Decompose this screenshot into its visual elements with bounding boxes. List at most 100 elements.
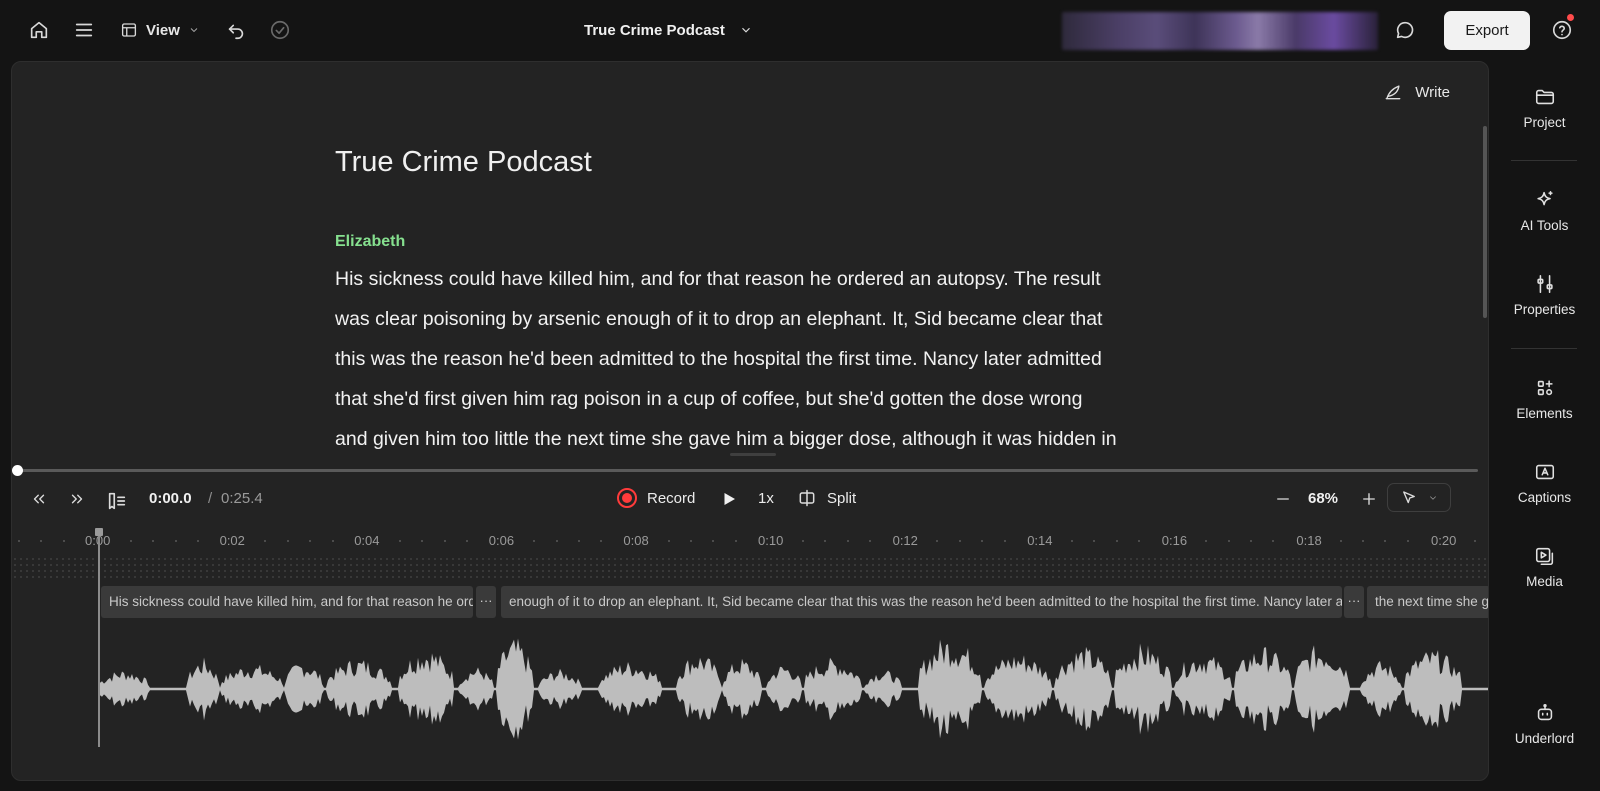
ruler-dot [1474, 540, 1476, 542]
ruler-dot [846, 540, 849, 542]
sidebar-divider [1511, 348, 1577, 349]
menu-icon[interactable] [72, 18, 96, 42]
chevron-down-icon [1430, 495, 1436, 500]
chevron-down-icon [741, 27, 750, 33]
ruler-dot [1384, 540, 1387, 542]
view-menu-label: View [146, 21, 180, 39]
help-icon[interactable] [1550, 18, 1574, 42]
transcript-line: was clear poisoning by arsenic enough of… [335, 308, 1103, 330]
sidebar-item-label: Properties [1513, 302, 1576, 317]
export-button[interactable]: Export [1444, 11, 1530, 50]
ruler-tick-label: 0:10 [758, 533, 784, 548]
transcript-line: that she'd first given him rag poison in… [335, 388, 1083, 410]
sidebar-divider [1511, 160, 1577, 161]
ruler-dot [1272, 540, 1275, 542]
sidebar-item-underlord[interactable]: Underlord [1489, 702, 1600, 746]
sidebar-item-label: Project [1523, 115, 1566, 130]
waveform-shape [100, 638, 1488, 740]
transcript-clip[interactable]: the next time she gave him a bigger dose [1367, 586, 1488, 618]
play-icon [724, 493, 735, 505]
transport-bar: 0:00.0 / 0:25.4 Record 1x Split 68% [12, 480, 1488, 520]
sidebar-item-project[interactable]: Project [1489, 86, 1600, 130]
speaker-label[interactable]: Elizabeth [335, 233, 405, 251]
skip-back-icon[interactable] [30, 490, 48, 508]
playhead[interactable] [98, 531, 100, 747]
editor-panel: Write True Crime Podcast Elizabeth His s… [11, 61, 1489, 781]
ruler-dot [555, 540, 558, 542]
zoom-level: 68% [1308, 490, 1339, 507]
ruler-dot [1205, 540, 1208, 542]
clip-more-button[interactable]: ··· [476, 586, 496, 618]
elements-icon [1537, 380, 1553, 396]
write-mode-button[interactable]: Write [1383, 82, 1450, 102]
ruler-dot [734, 540, 737, 542]
play-button[interactable] [720, 490, 738, 513]
ruler-tick-label: 0:12 [892, 533, 918, 548]
split-label: Split [827, 489, 857, 507]
ruler-tick-label: 0:20 [1431, 533, 1457, 548]
ruler-dot [466, 540, 468, 542]
pointer-tool-select[interactable] [1387, 483, 1451, 512]
transcript-clip[interactable]: His sickness could have killed him, and … [101, 586, 473, 618]
skip-forward-icon[interactable] [68, 490, 86, 508]
split-button[interactable]: Split [797, 488, 856, 508]
ruler-dot [1227, 540, 1230, 542]
ruler-dot [309, 540, 312, 542]
ruler-dot [667, 540, 670, 542]
ruler-dot [331, 540, 334, 542]
document-title[interactable]: True Crime Podcast [335, 146, 592, 179]
sparkle-icon [1536, 190, 1553, 206]
ruler-dot [1406, 540, 1409, 542]
comments-icon[interactable] [1393, 18, 1417, 42]
captions-icon [1535, 464, 1554, 480]
playback-progress-track[interactable] [18, 469, 1478, 472]
playback-speed-button[interactable]: 1x [758, 490, 774, 507]
ruler-dot [398, 540, 401, 542]
playhead-handle[interactable] [95, 528, 103, 536]
playback-progress-knob[interactable] [12, 465, 23, 476]
collaborator-avatars[interactable] [1062, 12, 1378, 50]
cursor-icon [1403, 490, 1415, 503]
transcript-line: and given him too little the next time s… [335, 428, 1117, 450]
timeline-ruler[interactable]: 0:000:020:040:060:080:100:120:140:160:18… [12, 530, 1488, 552]
editor-scrollbar[interactable] [1483, 126, 1487, 318]
record-button[interactable]: Record [617, 488, 695, 508]
notification-dot [1567, 14, 1574, 21]
current-time: 0:00.0 [149, 490, 192, 507]
transcript-clip[interactable]: enough of it to drop an elephant. It, Si… [501, 586, 1342, 618]
view-menu-button[interactable]: View [120, 16, 200, 44]
undo-icon[interactable] [224, 18, 248, 42]
total-time: 0:25.4 [221, 490, 263, 507]
sidebar-item-label: Media [1526, 574, 1563, 589]
robot-icon [1537, 703, 1552, 721]
home-icon[interactable] [27, 18, 51, 42]
transcript-text[interactable]: His sickness could have killed him, and … [335, 259, 1175, 457]
sidebar-item-captions[interactable]: Captions [1489, 461, 1600, 505]
sidebar-item-elements[interactable]: Elements [1489, 377, 1600, 421]
time-separator: / [208, 490, 213, 507]
panel-resize-handle[interactable] [730, 453, 776, 456]
clip-more-button[interactable]: ··· [1344, 586, 1364, 618]
chapters-icon[interactable] [106, 490, 128, 512]
ruler-tick-label: 0:16 [1161, 533, 1188, 548]
ruler-dot [152, 540, 155, 542]
media-icon [1535, 547, 1553, 566]
ruler-dot [443, 540, 446, 542]
sidebar-item-label: AI Tools [1520, 218, 1569, 233]
ruler-dot [1003, 540, 1006, 542]
sidebar-item-ai-tools[interactable]: AI Tools [1489, 189, 1600, 233]
ruler-tick-label: 0:08 [623, 533, 649, 548]
ruler-dot [174, 540, 177, 542]
zoom-out-icon[interactable] [1274, 490, 1292, 513]
sidebar-item-media[interactable]: Media [1489, 545, 1600, 589]
audio-waveform[interactable] [100, 634, 1489, 744]
sidebar-item-properties[interactable]: Properties [1489, 273, 1600, 317]
ruler-dot [1250, 540, 1252, 542]
ruler-dot [197, 540, 200, 542]
ruler-dot [1093, 540, 1096, 542]
zoom-in-icon[interactable] [1360, 490, 1378, 513]
ruler-dot [1138, 540, 1140, 542]
ruler-dot [264, 540, 267, 542]
project-title-dropdown[interactable]: True Crime Podcast [584, 18, 753, 42]
folder-icon [1535, 89, 1554, 105]
